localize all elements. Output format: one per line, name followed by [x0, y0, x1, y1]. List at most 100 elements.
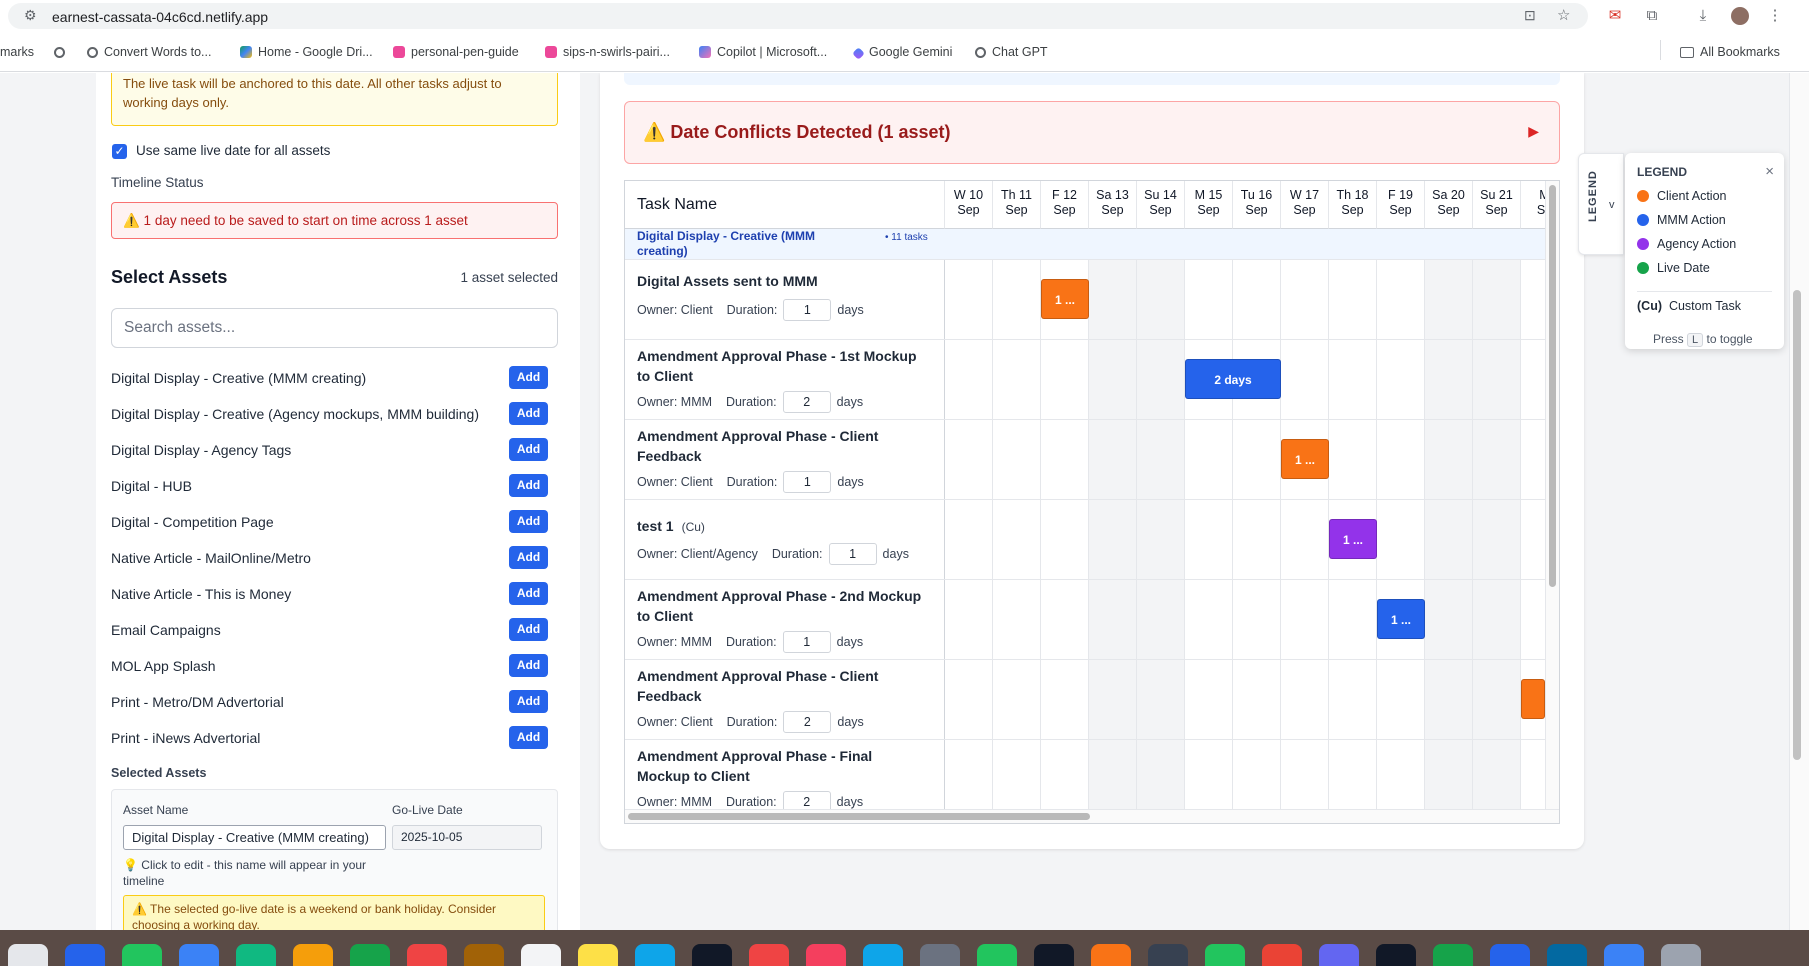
dock-app-icon[interactable] — [749, 944, 789, 966]
same-live-date-label[interactable]: Use same live date for all assets — [136, 143, 330, 158]
dock-app-icon[interactable] — [1547, 944, 1587, 966]
bookmark-item[interactable]: Copilot | Microsoft... — [699, 45, 827, 59]
month-label: Sep — [1485, 203, 1508, 217]
dock-app-icon[interactable] — [1490, 944, 1530, 966]
address-bar[interactable]: ⚙ earnest-cassata-04c6cd.netlify.app ⊡ ☆ — [8, 3, 1588, 29]
asset-name-input[interactable]: Digital Display - Creative (MMM creating… — [123, 825, 386, 850]
dock-app-icon[interactable] — [350, 944, 390, 966]
add-asset-button[interactable]: Add — [509, 690, 548, 713]
dock-app-icon[interactable] — [863, 944, 903, 966]
dock-app-icon[interactable] — [293, 944, 333, 966]
legend-item: Live Date — [1637, 261, 1710, 275]
dock-app-icon[interactable] — [1319, 944, 1359, 966]
task-owner: Client — [680, 715, 713, 729]
date-conflicts-banner[interactable]: ⚠️ Date Conflicts Detected (1 asset) ▶ — [624, 101, 1560, 164]
dock-app-icon[interactable] — [1148, 944, 1188, 966]
gmail-icon[interactable]: ✉ — [1606, 7, 1624, 25]
add-asset-button[interactable]: Add — [509, 546, 548, 569]
same-live-date-checkbox[interactable]: ✓ — [112, 144, 127, 159]
legend-color-dot — [1637, 238, 1649, 250]
install-app-icon[interactable]: ⊡ — [1524, 7, 1536, 24]
duration-input[interactable]: 1 — [783, 471, 832, 493]
add-asset-button[interactable]: Add — [509, 654, 548, 677]
dock-app-icon[interactable] — [578, 944, 618, 966]
gantt-vertical-scroll-thumb[interactable] — [1549, 185, 1556, 587]
dock-app-icon[interactable] — [920, 944, 960, 966]
dock-app-icon[interactable] — [1262, 944, 1302, 966]
dock-app-icon[interactable] — [521, 944, 561, 966]
add-asset-button[interactable]: Add — [509, 438, 548, 461]
bookmark-item[interactable]: personal-pen-guide — [393, 45, 519, 59]
bookmark-item[interactable] — [54, 45, 71, 59]
close-icon[interactable]: × — [1765, 163, 1774, 180]
add-asset-button[interactable]: Add — [509, 474, 548, 497]
legend-toggle-tab[interactable]: LEGEND v — [1578, 153, 1624, 255]
folder-icon — [545, 46, 557, 58]
menu-icon[interactable]: ⋮ — [1766, 7, 1784, 25]
dock-app-icon[interactable] — [179, 944, 219, 966]
profile-avatar[interactable] — [1731, 7, 1749, 25]
dock-app-icon[interactable] — [122, 944, 162, 966]
dock-app-icon[interactable] — [407, 944, 447, 966]
duration-input[interactable]: 2 — [783, 711, 832, 733]
duration-input[interactable]: 1 — [783, 299, 832, 321]
page-vertical-scroll-thumb[interactable] — [1793, 290, 1801, 760]
add-asset-button[interactable]: Add — [509, 402, 548, 425]
asset-group-row[interactable]: Digital Display - Creative (MMM creating… — [625, 229, 1545, 259]
gantt-horizontal-scroll-thumb[interactable] — [628, 813, 1090, 820]
all-bookmarks[interactable]: All Bookmarks — [1680, 45, 1780, 59]
bookmark-star-icon[interactable]: ☆ — [1557, 6, 1570, 24]
task-meta: Owner: Client Duration: 1 days — [637, 471, 864, 493]
bookmark-item[interactable]: Home - Google Dri... — [240, 45, 373, 59]
bookmark-item[interactable]: Convert Words to... — [87, 45, 211, 59]
add-asset-button[interactable]: Add — [509, 618, 548, 641]
dock-app-icon[interactable] — [1433, 944, 1473, 966]
add-asset-button[interactable]: Add — [509, 582, 548, 605]
url-text[interactable]: earnest-cassata-04c6cd.netlify.app — [52, 9, 268, 25]
bookmark-item[interactable]: Chat GPT — [975, 45, 1048, 59]
extensions-icon[interactable]: ⧉ — [1643, 7, 1661, 25]
legend-divider — [1637, 291, 1772, 292]
edit-hint: 💡 Click to edit - this name will appear … — [123, 858, 367, 888]
dock-app-icon[interactable] — [464, 944, 504, 966]
duration-input[interactable]: 2 — [782, 391, 831, 413]
bookmark-item[interactable]: sips-n-swirls-pairi... — [545, 45, 670, 59]
go-live-date-input[interactable]: 2025-10-05 — [392, 825, 542, 850]
dock-app-icon[interactable] — [1205, 944, 1245, 966]
add-asset-button[interactable]: Add — [509, 510, 548, 533]
dock-app-icon[interactable] — [65, 944, 105, 966]
dock-app-icon[interactable] — [977, 944, 1017, 966]
dock-app-icon[interactable] — [1091, 944, 1131, 966]
month-label: Sep — [1197, 203, 1220, 217]
add-asset-button[interactable]: Add — [509, 366, 548, 389]
dock-app-icon[interactable] — [635, 944, 675, 966]
dock-app-icon[interactable] — [806, 944, 846, 966]
task-bar-client[interactable] — [1521, 679, 1545, 719]
day-header: Th 11 Sep — [993, 181, 1041, 229]
downloads-icon[interactable]: ⤓ — [1694, 7, 1712, 25]
dock-app-icon[interactable] — [1661, 944, 1701, 966]
dock-app-icon[interactable] — [692, 944, 732, 966]
task-bar-mmm[interactable]: 1 ... — [1377, 599, 1425, 639]
dock-app-icon[interactable] — [1376, 944, 1416, 966]
dock-app-icon[interactable] — [8, 944, 48, 966]
site-settings-icon[interactable]: ⚙ — [24, 7, 37, 24]
gantt-chart: Task Name W 10 Sep Th 11 Sep F 12 Sep Sa 13 Sep… — [624, 180, 1560, 824]
add-asset-button[interactable]: Add — [509, 726, 548, 749]
task-bar-mmm[interactable]: 2 days — [1185, 359, 1281, 399]
task-bar-client[interactable]: 1 ... — [1281, 439, 1329, 479]
expand-arrow-icon[interactable]: ▶ — [1528, 123, 1539, 140]
duration-input[interactable]: 1 — [782, 631, 831, 653]
legend-color-dot — [1637, 214, 1649, 226]
duration-input[interactable]: 1 — [828, 543, 877, 565]
bookmark-item[interactable]: Google Gemini — [852, 45, 952, 60]
asset-row: Native Article - This is Money Add — [111, 582, 571, 606]
dock-app-icon[interactable] — [236, 944, 276, 966]
dock-app-icon[interactable] — [1034, 944, 1074, 966]
search-assets-input[interactable]: Search assets... — [111, 308, 558, 348]
task-bar-client[interactable]: 1 ... — [1041, 279, 1089, 319]
bookmark-item[interactable]: marks — [0, 45, 34, 59]
task-bar-agency[interactable]: 1 ... — [1329, 519, 1377, 559]
selected-asset-card: Asset Name Go-Live Date Digital Display … — [111, 789, 558, 930]
dock-app-icon[interactable] — [1604, 944, 1644, 966]
